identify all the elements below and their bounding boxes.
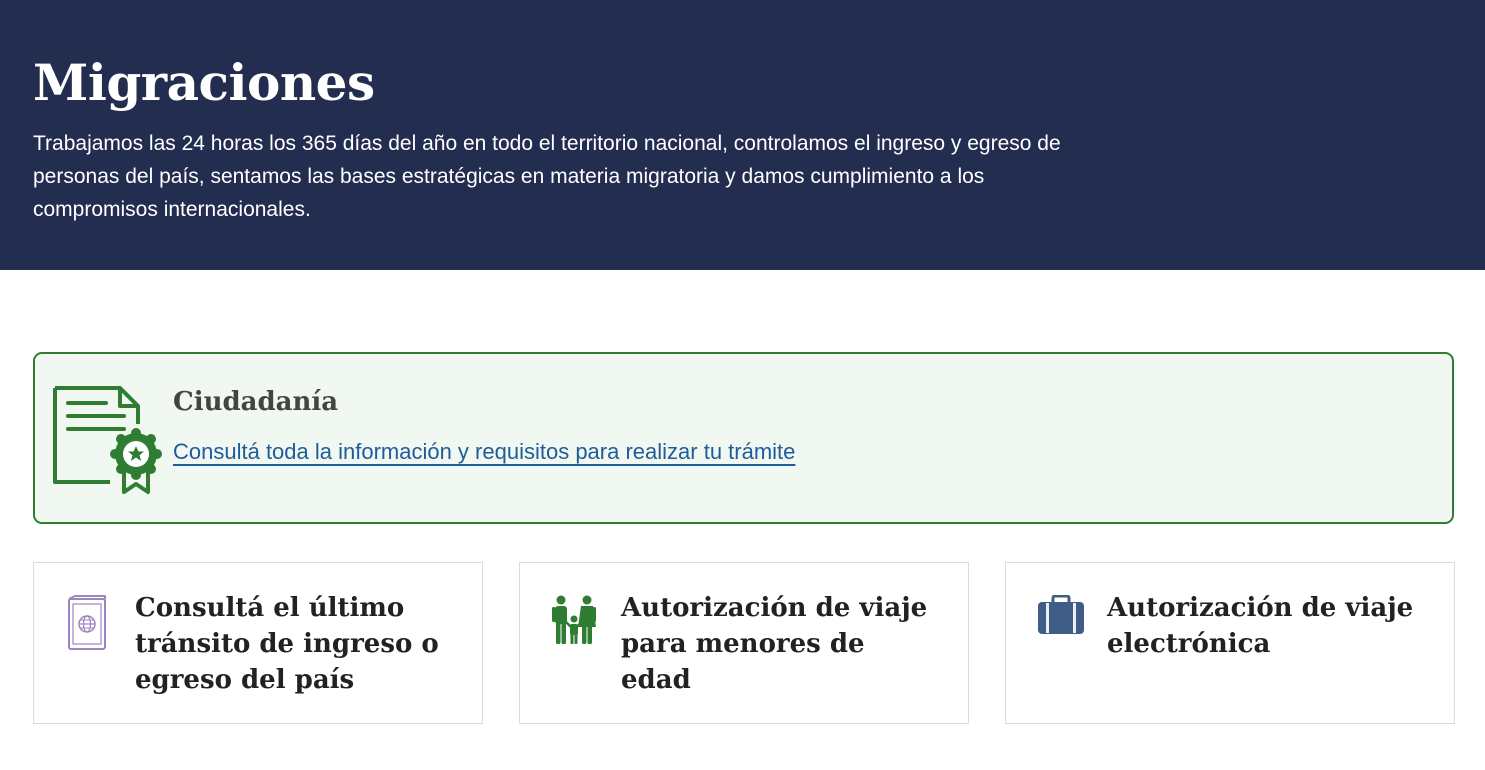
card-title: Consultá el último tránsito de ingreso o… [135,593,439,695]
certificate-icon [52,384,162,500]
feature-link[interactable]: Consultá toda la información y requisito… [173,436,795,468]
family-icon [551,595,597,652]
feature-title: Ciudadanía [173,387,339,417]
page-title: Migraciones [33,53,375,112]
card-ultimo-transito[interactable]: Consultá el último tránsito de ingreso o… [33,562,483,724]
card-title: Autorización de viaje para menores de ed… [621,593,928,695]
card-autorizacion-menores[interactable]: Autorización de viaje para menores de ed… [519,562,969,724]
briefcase-icon [1037,594,1085,640]
card-title: Autorización de viaje electrónica [1107,593,1414,659]
page-header: Migraciones Trabajamos las 24 horas los … [0,0,1485,270]
page-description: Trabajamos las 24 horas los 365 días del… [33,132,1061,221]
card-autorizacion-electronica[interactable]: Autorización de viaje electrónica [1005,562,1455,724]
passport-icon [65,595,107,656]
ciudadania-card[interactable]: Ciudadanía Consultá toda la información … [33,352,1454,524]
